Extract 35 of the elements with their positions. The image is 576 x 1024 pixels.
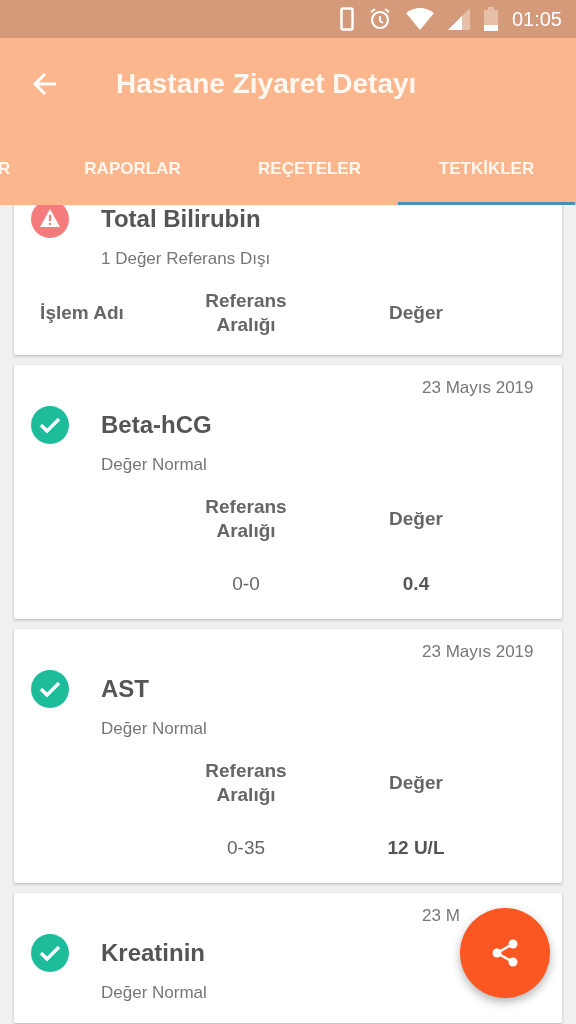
result-summary: Değer Normal	[101, 982, 208, 1004]
signal-icon	[447, 8, 470, 30]
back-arrow-icon[interactable]	[32, 71, 58, 97]
test-title: AST	[101, 675, 149, 703]
test-title: Beta-hCG	[101, 411, 212, 439]
battery-icon	[483, 7, 498, 31]
result-value: 0.4	[402, 573, 430, 594]
reference-range: 0-0	[232, 573, 260, 594]
result-summary: 1 Değer Referans Dışı	[101, 248, 272, 270]
test-date: 23 Mayıs 2019	[422, 641, 535, 663]
test-title: Total Bilirubin	[101, 205, 261, 233]
check-icon	[31, 934, 69, 972]
test-title: Kreatinin	[101, 939, 205, 967]
column-header: Değer	[389, 772, 443, 793]
test-date: 23 Mayıs 2019	[422, 377, 535, 399]
check-icon	[31, 670, 69, 708]
reference-range: 0-35	[227, 837, 265, 858]
wifi-icon	[405, 8, 434, 30]
column-header: Değer	[389, 508, 443, 529]
result-summary: Değer Normal	[101, 454, 208, 476]
test-date: 23 M	[422, 905, 461, 927]
phone-icon	[339, 7, 354, 31]
tab[interactable]: REÇETELER	[221, 130, 398, 205]
result-value: 12 U/L	[387, 837, 445, 858]
column-header: Değer	[389, 302, 443, 323]
status-time: 01:05	[511, 7, 562, 31]
column-header: Referans Aralığı	[204, 495, 288, 543]
screen-title: Hastane Ziyaret Detayı	[116, 68, 417, 100]
column-header: Referans Aralığı	[204, 289, 288, 337]
result-summary: Değer Normal	[101, 718, 208, 740]
column-header: Referans Aralığı	[204, 759, 288, 807]
column-header: İşlem Adı	[40, 302, 124, 323]
tab[interactable]: R	[0, 130, 44, 205]
check-icon	[31, 406, 69, 444]
tab[interactable]: RAPORLAR	[44, 130, 221, 205]
